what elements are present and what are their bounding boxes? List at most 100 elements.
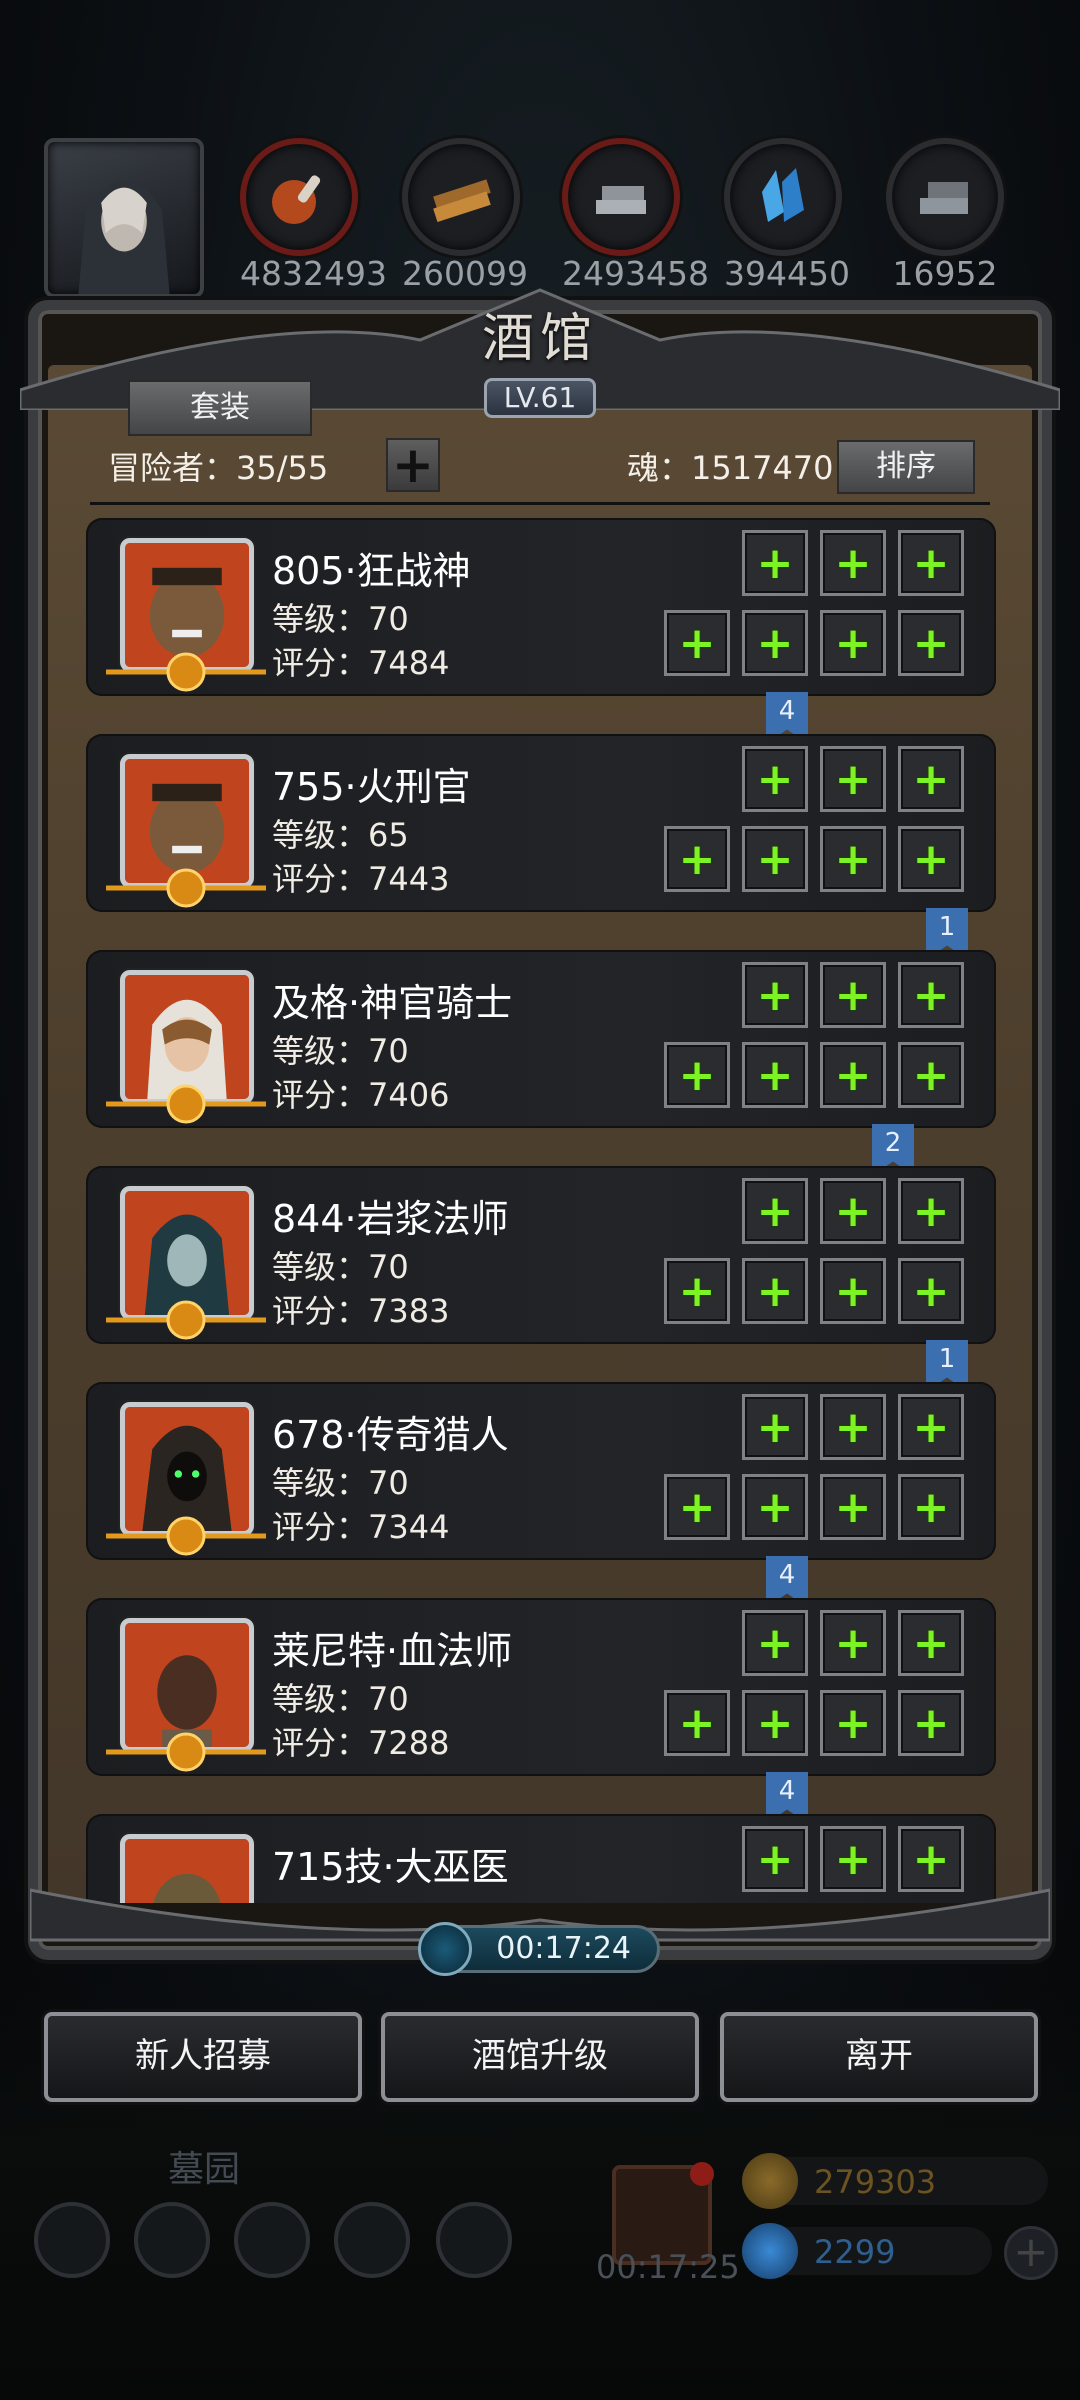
silver-value: 16952 bbox=[892, 254, 998, 293]
gold-value: 279303 bbox=[814, 2163, 937, 2201]
settings-icon[interactable] bbox=[34, 2202, 110, 2278]
equip-slot-offhand[interactable]: + bbox=[898, 1474, 964, 1540]
equip-slot-ring[interactable]: + bbox=[898, 1394, 964, 1460]
equip-slot-weapon[interactable]: + bbox=[664, 826, 730, 892]
equip-slot-ring[interactable]: + bbox=[898, 1178, 964, 1244]
equip-slot-armor[interactable]: + bbox=[742, 1042, 808, 1108]
add-equipment-icon: + bbox=[756, 1401, 794, 1453]
add-equipment-icon: + bbox=[912, 1617, 950, 1669]
add-equipment-icon: + bbox=[678, 617, 716, 669]
tavern-title: 酒馆 bbox=[410, 296, 670, 376]
hero-level: 等级：70 bbox=[272, 600, 409, 638]
sort-button[interactable]: 排序 bbox=[837, 440, 975, 494]
equip-slot-boots[interactable]: + bbox=[820, 1258, 886, 1324]
area-label: 墓园 bbox=[168, 2149, 241, 2190]
equip-slot-weapon[interactable]: + bbox=[664, 1042, 730, 1108]
add-equipment-icon: + bbox=[912, 1697, 950, 1749]
equip-slot-offhand[interactable]: + bbox=[898, 610, 964, 676]
equip-slot-weapon[interactable]: + bbox=[664, 1474, 730, 1540]
equip-slot-boots[interactable]: + bbox=[820, 1042, 886, 1108]
mail-icon[interactable] bbox=[334, 2202, 410, 2278]
equip-slot-ring[interactable]: + bbox=[898, 962, 964, 1028]
add-equipment-icon: + bbox=[912, 833, 950, 885]
hero-score: 评分：7443 bbox=[272, 860, 450, 898]
equip-slot-ring[interactable]: + bbox=[898, 746, 964, 812]
notification-dot bbox=[690, 2162, 714, 2186]
equip-slot-amulet[interactable]: + bbox=[820, 962, 886, 1028]
hero-name: 678·传奇猎人 bbox=[272, 1413, 509, 1457]
equip-slot-offhand[interactable]: + bbox=[898, 1042, 964, 1108]
equip-slot-helmet[interactable]: + bbox=[742, 1394, 808, 1460]
equip-slot-amulet[interactable]: + bbox=[820, 1394, 886, 1460]
hero-card[interactable]: 844·岩浆法师 等级：70 评分：7383 + + + + + + + bbox=[86, 1166, 996, 1344]
equip-slot-helmet[interactable]: + bbox=[742, 746, 808, 812]
recruit-button[interactable]: 新人招募 bbox=[44, 2012, 362, 2102]
gem-value: 2299 bbox=[814, 2233, 896, 2271]
equip-slot-armor[interactable]: + bbox=[742, 826, 808, 892]
equip-slot-offhand[interactable]: + bbox=[898, 826, 964, 892]
upgrade-tavern-button[interactable]: 酒馆升级 bbox=[381, 2012, 699, 2102]
equip-slot-amulet[interactable]: + bbox=[820, 746, 886, 812]
equip-slot-ring[interactable]: + bbox=[898, 1610, 964, 1676]
equip-slot-armor[interactable]: + bbox=[742, 1258, 808, 1324]
equip-slot-armor[interactable]: + bbox=[742, 1690, 808, 1756]
achievement-icon[interactable] bbox=[134, 2202, 210, 2278]
hero-card[interactable]: 805·狂战神 等级：70 评分：7484 + + + + + + + bbox=[86, 518, 996, 696]
group-marker-number: 2 bbox=[884, 1128, 902, 1158]
rank-badge-icon bbox=[106, 652, 266, 692]
equip-slot-boots[interactable]: + bbox=[820, 1474, 886, 1540]
add-equipment-icon: + bbox=[678, 833, 716, 885]
hero-name: 莱尼特·血法师 bbox=[272, 1629, 513, 1673]
add-equipment-icon: + bbox=[756, 833, 794, 885]
equip-slot-weapon[interactable]: + bbox=[664, 1258, 730, 1324]
soul-count: 魂：1517470 bbox=[627, 449, 834, 487]
add-equipment-icon: + bbox=[912, 537, 950, 589]
group-marker-number: 4 bbox=[778, 696, 796, 726]
leave-button[interactable]: 离开 bbox=[720, 2012, 1038, 2102]
hero-card[interactable]: 莱尼特·血法师 等级：70 评分：7288 + + + + + + + bbox=[86, 1598, 996, 1776]
equip-slot-helmet[interactable]: + bbox=[742, 530, 808, 596]
meat-icon bbox=[240, 138, 358, 256]
adventurer-count: 冒险者：35/55 bbox=[108, 449, 329, 487]
add-currency-button[interactable]: + bbox=[1004, 2226, 1058, 2280]
equip-slot-armor[interactable]: + bbox=[742, 1474, 808, 1540]
equip-slot-amulet[interactable]: + bbox=[820, 1178, 886, 1244]
set-button[interactable]: 套装 bbox=[128, 380, 312, 436]
hero-list[interactable]: 805·狂战神 等级：70 评分：7484 + + + + + + + 4 75… bbox=[86, 518, 996, 1903]
player-portrait[interactable] bbox=[44, 138, 204, 298]
hero-score: 评分：7344 bbox=[272, 1508, 450, 1546]
hero-level: 等级：70 bbox=[272, 1248, 409, 1286]
add-equipment-icon: + bbox=[834, 1401, 872, 1453]
hero-card[interactable]: 755·火刑官 等级：65 评分：7443 + + + + + + + bbox=[86, 734, 996, 912]
equip-slot-offhand[interactable]: + bbox=[898, 1690, 964, 1756]
equip-slot-armor[interactable]: + bbox=[742, 610, 808, 676]
equip-slot-helmet[interactable]: + bbox=[742, 1610, 808, 1676]
hero-card[interactable]: 及格·神官骑士 等级：70 评分：7406 + + + + + + + bbox=[86, 950, 996, 1128]
equip-slot-helmet[interactable]: + bbox=[742, 1178, 808, 1244]
equip-slot-offhand[interactable]: + bbox=[898, 1258, 964, 1324]
equip-slot-amulet[interactable]: + bbox=[820, 1610, 886, 1676]
equip-slot-amulet[interactable]: + bbox=[820, 530, 886, 596]
resource-iron: 2493458 bbox=[562, 138, 709, 293]
iron-value: 2493458 bbox=[562, 254, 709, 293]
equip-slot-boots[interactable]: + bbox=[820, 610, 886, 676]
map-icon[interactable] bbox=[436, 2202, 512, 2278]
meat-value: 4832493 bbox=[240, 254, 387, 293]
rank-badge-icon bbox=[106, 1084, 266, 1124]
rank-badge-icon bbox=[106, 1732, 266, 1772]
equip-slot-boots[interactable]: + bbox=[820, 826, 886, 892]
add-equipment-icon: + bbox=[912, 1049, 950, 1101]
equip-slot-weapon[interactable]: + bbox=[664, 1690, 730, 1756]
add-equipment-icon: + bbox=[756, 1185, 794, 1237]
equip-slot-boots[interactable]: + bbox=[820, 1690, 886, 1756]
equip-slot-helmet[interactable]: + bbox=[742, 962, 808, 1028]
add-adventurer-button[interactable]: + bbox=[386, 438, 440, 492]
resource-meat: 4832493 bbox=[240, 138, 387, 293]
group-marker-number: 4 bbox=[778, 1776, 796, 1806]
equip-slot-weapon[interactable]: + bbox=[664, 610, 730, 676]
group-marker-number: 4 bbox=[778, 1560, 796, 1590]
hero-card[interactable]: 678·传奇猎人 等级：70 评分：7344 + + + + + + + bbox=[86, 1382, 996, 1560]
add-equipment-icon: + bbox=[756, 1265, 794, 1317]
equip-slot-ring[interactable]: + bbox=[898, 530, 964, 596]
guild-icon[interactable] bbox=[234, 2202, 310, 2278]
